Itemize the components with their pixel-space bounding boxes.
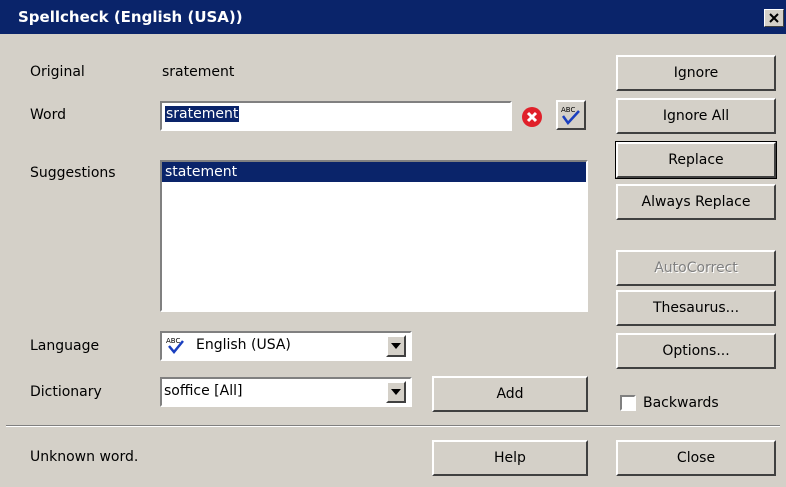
close-button[interactable]: Close — [616, 440, 776, 476]
ignore-all-button-label: Ignore All — [662, 108, 730, 124]
separator-highlight — [6, 426, 780, 427]
original-label: Original — [30, 64, 85, 80]
suggestions-list[interactable]: statement — [160, 160, 588, 312]
suggestions-label: Suggestions — [30, 165, 116, 181]
clear-icon — [522, 107, 542, 127]
ignore-button-label: Ignore — [673, 65, 719, 81]
add-button[interactable]: Add — [432, 376, 588, 412]
word-label: Word — [30, 107, 66, 123]
close-button-label: Close — [676, 450, 716, 466]
language-dropdown-button[interactable] — [386, 335, 406, 357]
ignore-button[interactable]: Ignore — [616, 55, 776, 91]
autocorrect-button[interactable]: AutoCorrect — [616, 250, 776, 286]
svg-text:ABC: ABC — [561, 106, 575, 114]
dictionary-select[interactable]: soffice [All] — [160, 377, 412, 407]
status-text: Unknown word. — [30, 449, 139, 465]
close-icon — [769, 13, 779, 23]
backwards-label[interactable]: Backwards — [643, 395, 719, 411]
window-close-button[interactable] — [764, 9, 784, 27]
always-replace-button[interactable]: Always Replace — [616, 184, 776, 220]
dropdown-arrow-icon — [391, 343, 401, 349]
help-button[interactable]: Help — [432, 440, 588, 476]
dictionary-dropdown-button[interactable] — [386, 381, 406, 403]
window-title: Spellcheck (English (USA)) — [18, 8, 243, 26]
language-select[interactable]: ABC English (USA) — [160, 331, 412, 361]
dictionary-value: soffice [All] — [164, 383, 243, 399]
always-replace-button-label: Always Replace — [641, 194, 751, 210]
list-item[interactable]: statement — [162, 162, 586, 182]
dropdown-arrow-icon — [391, 389, 401, 395]
dictionary-label: Dictionary — [30, 384, 102, 400]
word-input[interactable]: sratement — [160, 101, 512, 131]
language-label: Language — [30, 338, 100, 354]
svg-text:ABC: ABC — [166, 337, 180, 345]
options-button[interactable]: Options... — [616, 333, 776, 369]
thesaurus-button-label: Thesaurus... — [652, 300, 740, 316]
help-button-label: Help — [494, 450, 526, 466]
replace-button-label: Replace — [668, 152, 724, 168]
language-value: English (USA) — [196, 337, 291, 353]
word-input-value: sratement — [165, 106, 240, 122]
original-value: sratement — [162, 64, 235, 80]
backwards-checkbox[interactable] — [620, 395, 636, 411]
replace-button[interactable]: Replace — [615, 141, 777, 179]
autocorrect-button-label: AutoCorrect — [654, 260, 738, 276]
add-button-label: Add — [496, 386, 524, 402]
language-icon: ABC — [165, 336, 189, 358]
spellcheck-button[interactable]: ABC — [556, 100, 586, 130]
thesaurus-button[interactable]: Thesaurus... — [616, 290, 776, 326]
ignore-all-button[interactable]: Ignore All — [616, 98, 776, 134]
clear-word-button[interactable] — [521, 106, 543, 128]
options-button-label: Options... — [662, 343, 730, 359]
spellcheck-icon: ABC — [561, 106, 580, 125]
